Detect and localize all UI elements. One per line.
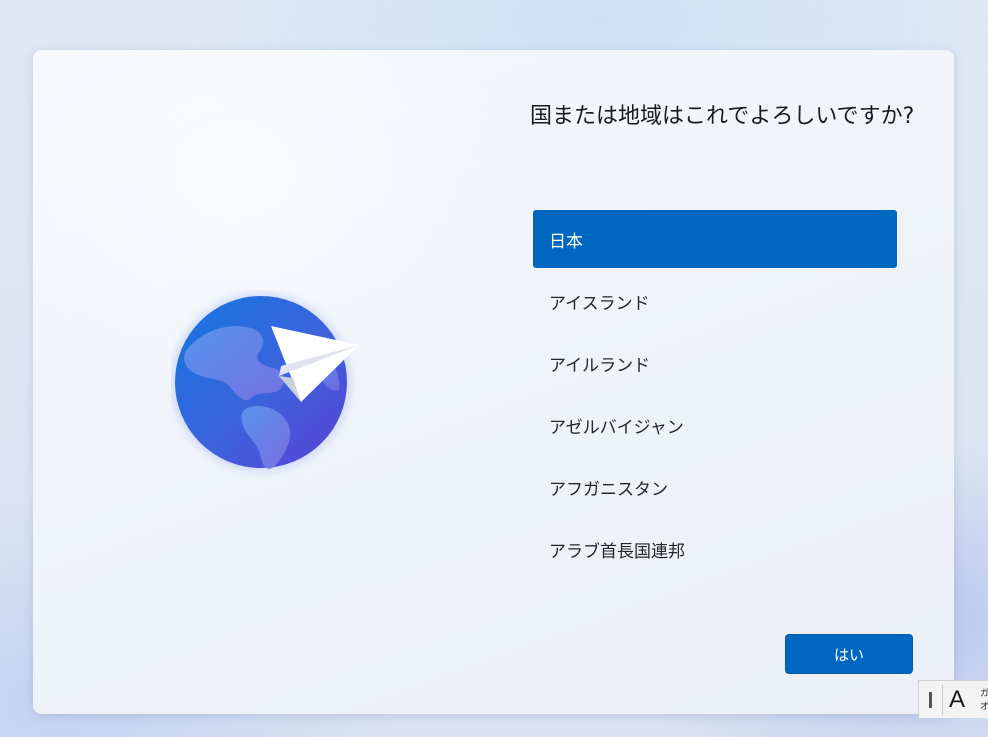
ime-drag-handle[interactable]	[929, 692, 932, 708]
ime-input-mode-button[interactable]: A	[949, 685, 965, 715]
country-item-label: アゼルバイジャン	[549, 417, 684, 438]
country-item-azerbaijan[interactable]: アゼルバイジャン	[533, 396, 897, 454]
country-item-label: 日本	[549, 231, 583, 252]
ime-divider	[942, 685, 943, 715]
country-item-uae[interactable]: アラブ首長国連邦	[533, 520, 897, 578]
ime-options[interactable]: ガ オ	[980, 687, 988, 713]
oobe-dialog: 国または地域はこれでよろしいですか? 日本 アイスランド アイルランド アゼルバ…	[33, 50, 954, 714]
country-item-ireland[interactable]: アイルランド	[533, 334, 897, 392]
ime-option-line: ガ	[980, 688, 988, 698]
country-item-japan[interactable]: 日本	[533, 210, 897, 268]
globe-paper-plane-icon	[171, 292, 359, 472]
page-title: 国または地域はこれでよろしいですか?	[530, 104, 915, 129]
country-item-label: アイルランド	[549, 355, 651, 376]
ime-option-line: オ	[980, 701, 988, 711]
country-item-iceland[interactable]: アイスランド	[533, 272, 897, 330]
yes-button[interactable]: はい	[785, 634, 913, 674]
globe-illustration	[171, 290, 371, 480]
country-item-label: アフガニスタン	[549, 479, 668, 500]
country-list: 日本 アイスランド アイルランド アゼルバイジャン アフガニスタン アラブ首長国…	[533, 210, 897, 582]
country-item-label: アラブ首長国連邦	[549, 541, 685, 562]
ime-toolbar: A ガ オ	[918, 680, 988, 718]
country-item-afghanistan[interactable]: アフガニスタン	[533, 458, 897, 516]
country-item-label: アイスランド	[549, 293, 650, 314]
